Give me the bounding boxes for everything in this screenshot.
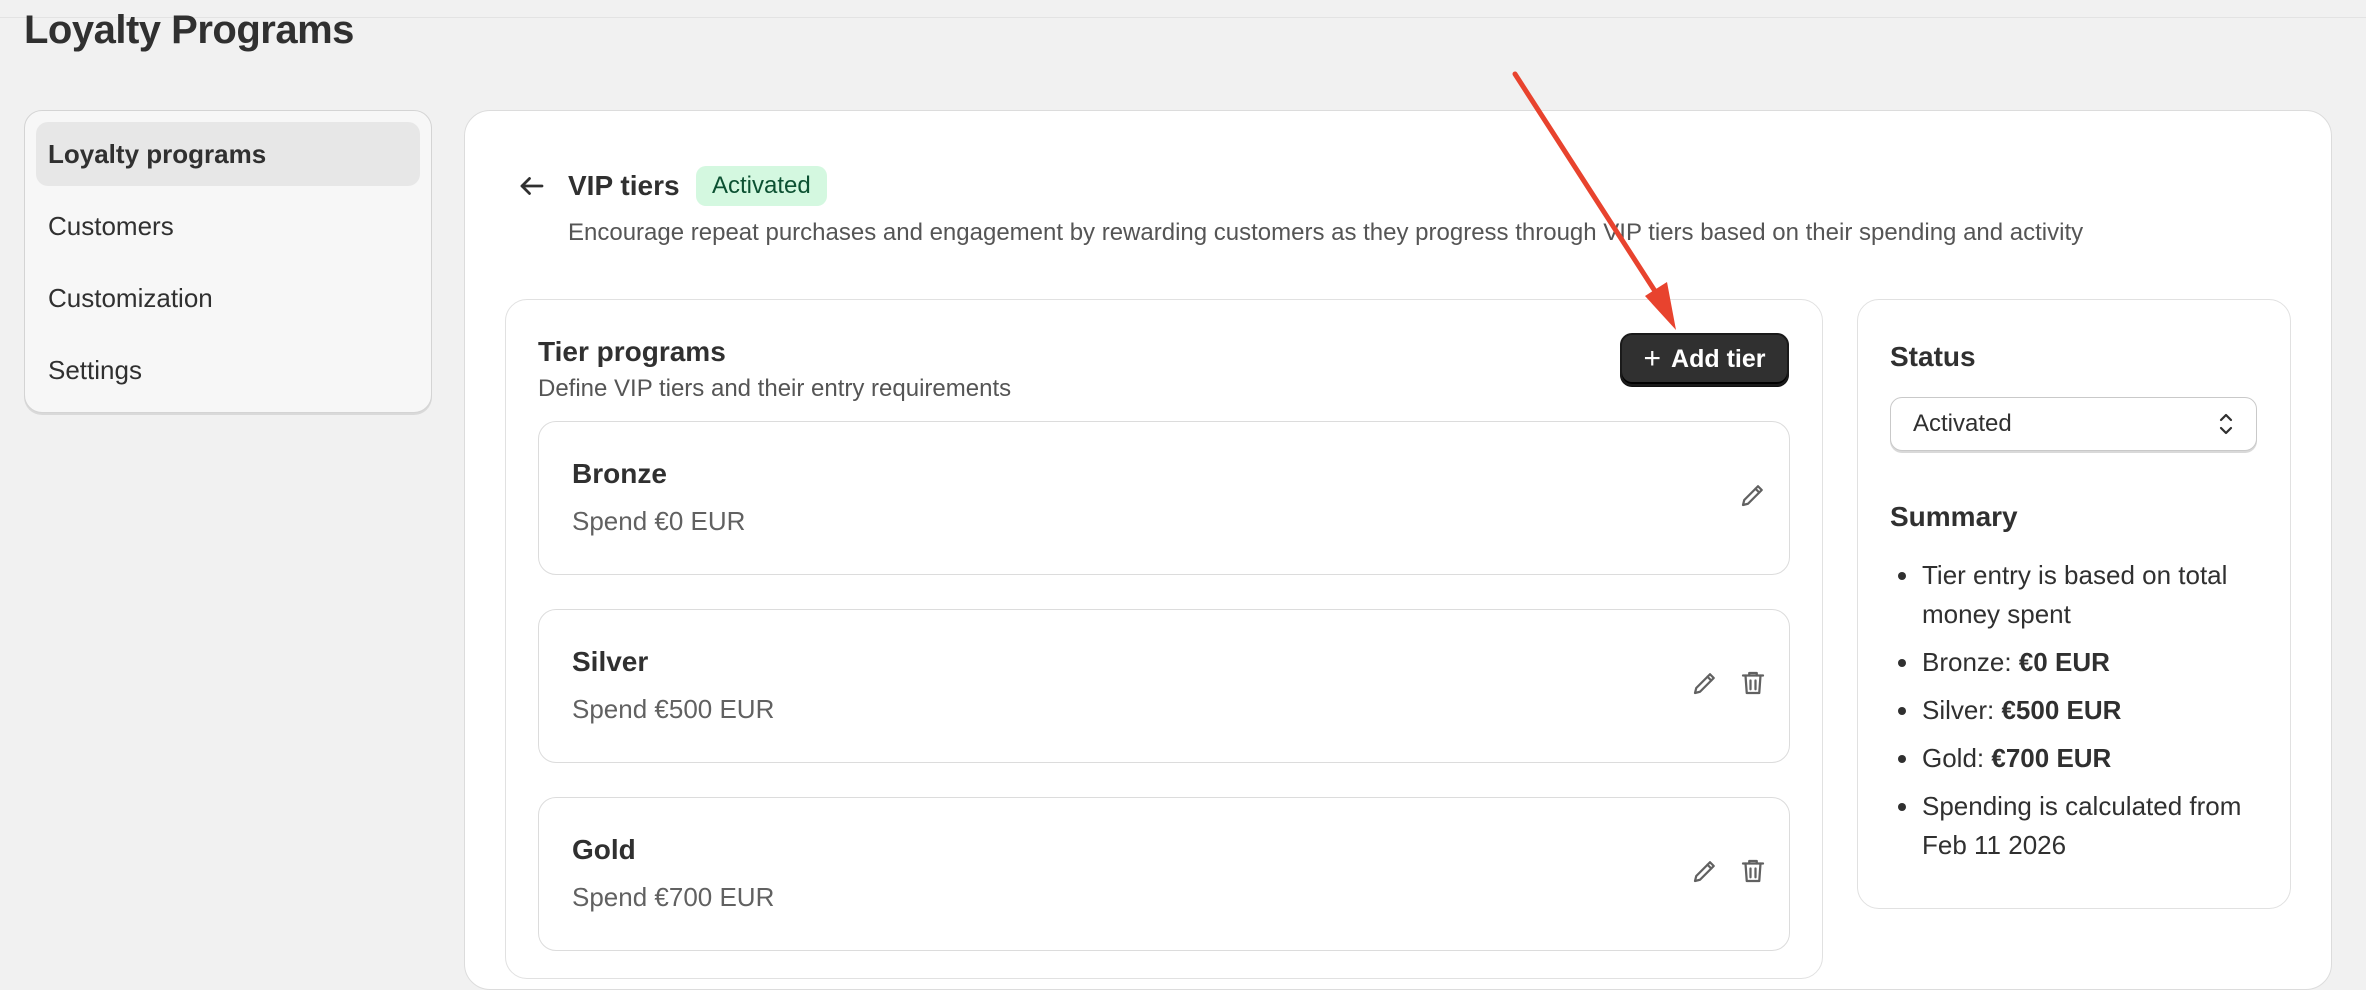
sidebar-item-settings[interactable]: Settings xyxy=(36,338,420,402)
tier-name: Bronze xyxy=(572,458,667,489)
tier-requirement: Spend €700 EUR xyxy=(572,882,775,912)
edit-pencil-icon[interactable] xyxy=(1687,853,1723,889)
trash-icon[interactable] xyxy=(1735,853,1771,889)
sidebar-item-label: Loyalty programs xyxy=(48,138,267,169)
list-item: Bronze: €0 EUR xyxy=(1890,643,2270,682)
page-heading: VIP tiers xyxy=(568,170,680,201)
add-tier-button-label: Add tier xyxy=(1671,345,1766,373)
tier-requirement: Spend €500 EUR xyxy=(572,694,775,724)
sidebar-item-loyalty-programs[interactable]: Loyalty programs xyxy=(36,122,420,186)
list-item: Spending is calculated from Feb 11 2026 xyxy=(1890,787,2270,865)
page-description: Encourage repeat purchases and engagemen… xyxy=(568,219,2084,246)
plus-icon: + xyxy=(1643,341,1662,375)
sidebar-nav: Loyalty programs Customers Customization… xyxy=(24,110,432,413)
sidebar-item-customers[interactable]: Customers xyxy=(36,194,420,258)
tier-name: Silver xyxy=(572,646,649,677)
tier-name: Gold xyxy=(572,834,636,865)
tier-requirement: Spend €0 EUR xyxy=(572,506,746,536)
edit-pencil-icon[interactable] xyxy=(1687,665,1723,701)
list-item: Gold: €700 EUR xyxy=(1890,739,2270,778)
sidebar-item-label: Customers xyxy=(48,210,174,241)
summary-list: Tier entry is based on total money spent… xyxy=(1890,556,2270,874)
add-tier-button[interactable]: + Add tier xyxy=(1620,333,1789,386)
tier-row-silver: Silver Spend €500 EUR xyxy=(538,609,1790,763)
status-badge: Activated xyxy=(696,166,827,206)
sidebar-item-customization[interactable]: Customization xyxy=(36,266,420,330)
trash-icon[interactable] xyxy=(1735,665,1771,701)
status-select-value: Activated xyxy=(1913,410,2012,437)
tier-row-gold: Gold Spend €700 EUR xyxy=(538,797,1790,951)
sidebar-item-label: Customization xyxy=(48,282,213,313)
summary-label: Summary xyxy=(1890,501,2018,532)
tier-programs-title: Tier programs xyxy=(538,336,726,367)
edit-pencil-icon[interactable] xyxy=(1735,477,1771,513)
sidebar-item-label: Settings xyxy=(48,354,142,385)
arrow-left-icon[interactable] xyxy=(514,168,550,204)
status-select[interactable]: Activated xyxy=(1890,397,2257,451)
chevron-up-down-icon xyxy=(2219,413,2233,435)
list-item: Tier entry is based on total money spent xyxy=(1890,556,2270,634)
list-item: Silver: €500 EUR xyxy=(1890,691,2270,730)
top-bar xyxy=(0,0,2366,18)
tier-row-bronze: Bronze Spend €0 EUR xyxy=(538,421,1790,575)
status-label: Status xyxy=(1890,341,1976,372)
tier-programs-subtitle: Define VIP tiers and their entry require… xyxy=(538,375,1012,402)
page-title: Loyalty Programs xyxy=(24,8,354,52)
